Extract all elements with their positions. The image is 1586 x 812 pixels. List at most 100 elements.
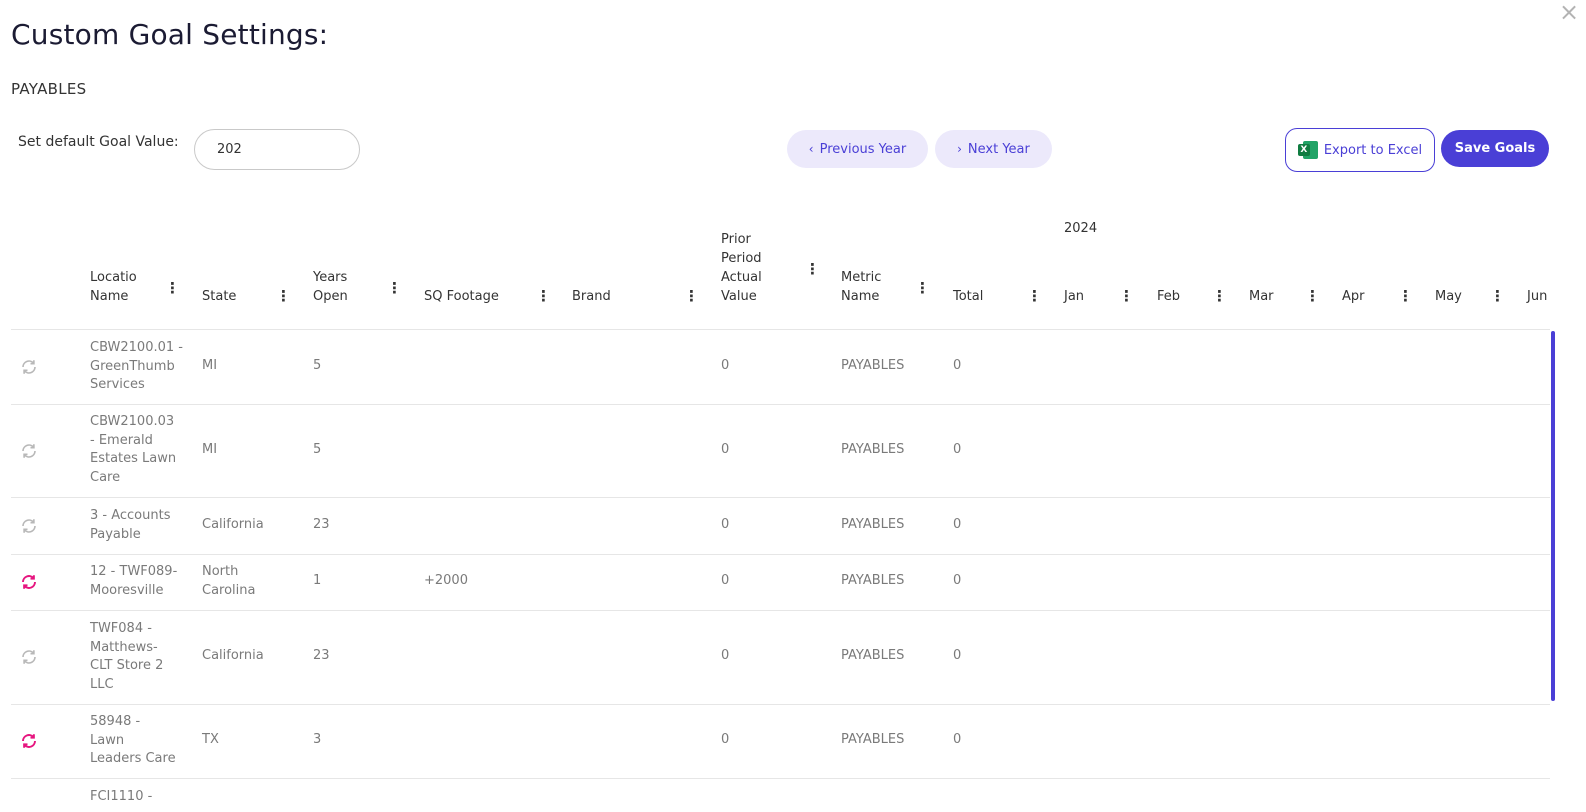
header-line: Period [721,251,762,266]
metric-subtitle: PAYABLES [11,80,87,98]
cell-line: North [202,564,239,579]
cell-state: MI [202,358,218,373]
next-year-label: Next Year [967,141,1030,157]
cell-metric-name: PAYABLES [841,442,905,457]
cell-metric-name: PAYABLES [841,648,905,663]
cell-state: North Carolina [202,563,256,600]
cell-location-name: FCI1110 - [90,789,153,804]
refresh-icon[interactable] [20,442,38,460]
column-header-metric-name[interactable]: Metric Name [841,268,881,306]
cell-total: 0 [953,442,962,457]
column-header-years-open[interactable]: Years Open [313,268,348,306]
row-divider [11,778,1550,779]
default-goal-label: Set default Goal Value: [18,134,179,150]
column-header-may[interactable]: May [1435,287,1462,306]
column-header-apr[interactable]: Apr [1342,287,1365,306]
column-menu-icon[interactable]: ⋮ [1398,289,1413,304]
row-divider [11,704,1550,705]
previous-year-button[interactable]: ‹ Previous Year [787,130,928,168]
cell-line: TWF084 - [90,621,152,636]
column-header-brand[interactable]: Brand [572,287,611,306]
cell-line: Leaders Care [90,751,176,766]
header-line: Actual [721,270,762,285]
save-goals-button[interactable]: Save Goals [1441,130,1549,167]
cell-location-name: CBW2100.01 - GreenThumb Services [90,339,183,395]
cell-line: Matthews- [90,639,158,655]
column-header-jun[interactable]: Jun [1527,287,1547,306]
refresh-icon[interactable] [20,648,38,666]
column-menu-icon[interactable]: ⋮ [1212,289,1227,304]
cell-line: CBW2100.03 [90,414,175,429]
column-header-sq-footage[interactable]: SQ Footage [424,287,499,306]
cell-total: 0 [953,358,962,373]
header-line: Value [721,289,757,304]
row-divider [11,329,1550,330]
cell-prior-value: 0 [721,732,730,747]
column-menu-icon[interactable]: ⋮ [165,281,180,296]
cell-line: LLC [90,676,114,692]
default-goal-input[interactable] [194,129,360,170]
cell-state: California [202,648,264,663]
cell-line: GreenThumb [90,358,175,374]
cell-line: Lawn [90,732,125,748]
cell-line: CLT Store 2 [90,658,164,673]
cell-years-open: 23 [313,517,330,532]
cell-total: 0 [953,573,962,588]
cell-state: MI [202,442,218,457]
cell-prior-value: 0 [721,358,730,373]
refresh-icon[interactable] [20,573,38,591]
cell-years-open: 1 [313,573,322,588]
cell-state: California [202,517,264,532]
column-menu-icon[interactable]: ⋮ [805,262,820,277]
cell-metric-name: PAYABLES [841,358,905,373]
column-header-mar[interactable]: Mar [1249,287,1274,306]
cell-line: Mooresville [90,582,164,598]
chevron-right-icon: › [957,142,962,156]
column-menu-icon[interactable]: ⋮ [915,281,930,296]
column-menu-icon[interactable]: ⋮ [276,289,291,304]
column-menu-icon[interactable]: ⋮ [1119,289,1134,304]
refresh-icon[interactable] [20,732,38,750]
cell-state: TX [202,732,219,747]
column-menu-icon[interactable]: ⋮ [387,281,402,296]
cell-sq-footage: +2000 [424,573,468,588]
cell-location-name: 12 - TWF089- Mooresville [90,563,177,600]
refresh-icon[interactable] [20,517,38,535]
close-icon[interactable]: × [1559,0,1579,24]
next-year-button[interactable]: › Next Year [935,130,1052,168]
header-line: Name [841,289,880,304]
header-line: Metric [841,270,882,285]
cell-location-name: 3 - Accounts Payable [90,507,171,544]
refresh-icon[interactable] [20,358,38,376]
cell-prior-value: 0 [721,573,730,588]
column-header-prior-period-actual-value[interactable]: Prior Period Actual Value [721,230,762,306]
cell-line: Payable [90,526,141,542]
column-menu-icon[interactable]: ⋮ [536,289,551,304]
export-to-excel-button[interactable]: X Export to Excel [1285,128,1435,172]
cell-line: 3 - Accounts [90,508,171,523]
cell-metric-name: PAYABLES [841,732,905,747]
cell-location-name: TWF084 - Matthews- CLT Store 2 LLC [90,620,163,694]
column-menu-icon[interactable]: ⋮ [1490,289,1505,304]
column-menu-icon[interactable]: ⋮ [1027,289,1042,304]
header-line: Years [313,270,348,285]
column-menu-icon[interactable]: ⋮ [684,289,699,304]
cell-total: 0 [953,732,962,747]
column-header-total[interactable]: Total [953,287,983,306]
column-header-feb[interactable]: Feb [1157,287,1180,306]
column-header-state[interactable]: State [202,287,236,306]
export-label: Export to Excel [1323,142,1423,158]
page-title: Custom Goal Settings: [11,18,329,51]
chevron-left-icon: ‹ [808,142,814,156]
column-menu-icon[interactable]: ⋮ [1305,289,1320,304]
cell-total: 0 [953,648,962,663]
column-header-location-name[interactable]: Locatio Name [90,268,137,306]
header-line: Open [313,289,348,304]
cell-line: CBW2100.01 - [90,340,183,355]
vertical-scrollbar[interactable] [1551,331,1555,701]
cell-location-name: 58948 - Lawn Leaders Care [90,713,176,769]
cell-prior-value: 0 [721,517,730,532]
cell-line: Estates Lawn [90,451,177,466]
column-header-jan[interactable]: Jan [1064,287,1084,306]
cell-line: 12 - TWF089- [90,564,178,579]
